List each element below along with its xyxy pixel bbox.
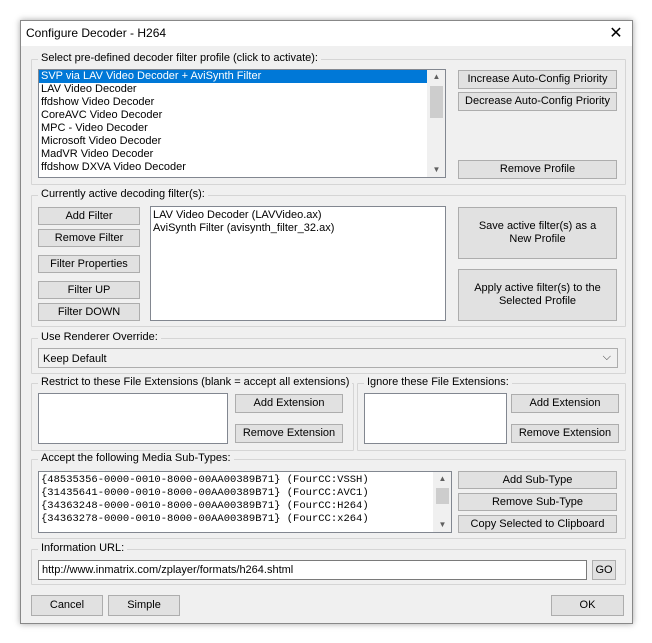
apply-to-profile-button[interactable]: Apply active filter(s) to the Selected P…: [458, 269, 617, 321]
filter-down-button[interactable]: Filter DOWN: [38, 303, 140, 321]
active-filters-group: Currently active decoding filter(s): Add…: [31, 188, 626, 327]
active-filters-label: Currently active decoding filter(s):: [38, 188, 208, 200]
subtypes-list[interactable]: {48535356-0000-0010-8000-00AA00389B71} (…: [38, 471, 452, 533]
remove-filter-button[interactable]: Remove Filter: [38, 229, 140, 247]
profile-group-label: Select pre-defined decoder filter profil…: [38, 52, 321, 64]
list-item[interactable]: SVP via LAV Video Decoder + AviSynth Fil…: [39, 70, 445, 83]
list-item[interactable]: MadVR Video Decoder: [39, 148, 445, 161]
renderer-label: Use Renderer Override:: [38, 331, 161, 343]
restrict-extensions-label: Restrict to these File Extensions (blank…: [38, 376, 353, 388]
list-item[interactable]: {31435641-0000-0010-8000-00AA00389B71} (…: [39, 487, 451, 500]
add-filter-button[interactable]: Add Filter: [38, 207, 140, 225]
subtypes-group: Accept the following Media Sub-Types: {4…: [31, 452, 626, 539]
cancel-button[interactable]: Cancel: [31, 595, 103, 616]
copy-to-clipboard-button[interactable]: Copy Selected to Clipboard: [458, 515, 617, 533]
list-item[interactable]: {34363278-0000-0010-8000-00AA00389B71} (…: [39, 513, 451, 526]
remove-profile-button[interactable]: Remove Profile: [458, 160, 617, 179]
info-url-label: Information URL:: [38, 542, 128, 554]
scroll-down-icon[interactable]: ▼: [434, 518, 451, 532]
add-subtype-button[interactable]: Add Sub-Type: [458, 471, 617, 489]
renderer-value: Keep Default: [43, 353, 107, 365]
remove-subtype-button[interactable]: Remove Sub-Type: [458, 493, 617, 511]
profile-list[interactable]: SVP via LAV Video Decoder + AviSynth Fil…: [38, 69, 446, 178]
list-item[interactable]: LAV Video Decoder (LAVVideo.ax): [151, 209, 445, 222]
title-bar: Configure Decoder - H264 ✕: [21, 21, 632, 46]
decrease-priority-button[interactable]: Decrease Auto-Config Priority: [458, 92, 617, 111]
scroll-thumb[interactable]: [430, 86, 443, 118]
window-title: Configure Decoder - H264: [26, 26, 167, 40]
list-item[interactable]: Microsoft Video Decoder: [39, 135, 445, 148]
list-item[interactable]: LAV Video Decoder: [39, 83, 445, 96]
subtypes-list-scrollbar[interactable]: ▲ ▼: [433, 472, 451, 532]
list-item[interactable]: AviSynth Filter (avisynth_filter_32.ax): [151, 222, 445, 235]
scroll-up-icon[interactable]: ▲: [434, 472, 451, 486]
filter-properties-button[interactable]: Filter Properties: [38, 255, 140, 273]
list-item[interactable]: {34363248-0000-0010-8000-00AA00389B71} (…: [39, 500, 451, 513]
info-url-group: Information URL: GO: [31, 542, 626, 585]
add-restrict-extension-button[interactable]: Add Extension: [235, 394, 343, 413]
scroll-thumb[interactable]: [436, 488, 449, 504]
list-item[interactable]: MPC - Video Decoder: [39, 122, 445, 135]
ignore-extensions-label: Ignore these File Extensions:: [364, 376, 512, 388]
restrict-extensions-group: Restrict to these File Extensions (blank…: [31, 376, 354, 451]
active-filter-list[interactable]: LAV Video Decoder (LAVVideo.ax) AviSynth …: [150, 206, 446, 321]
list-item[interactable]: CoreAVC Video Decoder: [39, 109, 445, 122]
restrict-extensions-list[interactable]: [38, 393, 228, 444]
chevron-down-icon: ⌵: [602, 351, 611, 363]
list-item[interactable]: ffdshow Video Decoder: [39, 96, 445, 109]
ok-button[interactable]: OK: [551, 595, 624, 616]
save-as-profile-button[interactable]: Save active filter(s) as a New Profile: [458, 207, 617, 259]
filter-up-button[interactable]: Filter UP: [38, 281, 140, 299]
remove-restrict-extension-button[interactable]: Remove Extension: [235, 424, 343, 443]
add-ignore-extension-button[interactable]: Add Extension: [511, 394, 619, 413]
renderer-dropdown[interactable]: Keep Default ⌵: [38, 348, 618, 368]
ignore-extensions-list[interactable]: [364, 393, 507, 444]
configure-decoder-dialog: Configure Decoder - H264 ✕ Select pre-de…: [20, 20, 633, 624]
info-url-field[interactable]: [38, 560, 587, 580]
close-icon[interactable]: ✕: [600, 21, 632, 46]
ignore-extensions-group: Ignore these File Extensions: Add Extens…: [357, 376, 626, 451]
profile-group: Select pre-defined decoder filter profil…: [31, 52, 626, 185]
info-url-input[interactable]: [39, 561, 586, 579]
remove-ignore-extension-button[interactable]: Remove Extension: [511, 424, 619, 443]
scroll-up-icon[interactable]: ▲: [428, 70, 445, 84]
profile-list-scrollbar[interactable]: ▲ ▼: [427, 70, 445, 177]
simple-button[interactable]: Simple: [108, 595, 180, 616]
list-item[interactable]: ffdshow DXVA Video Decoder: [39, 161, 445, 174]
increase-priority-button[interactable]: Increase Auto-Config Priority: [458, 70, 617, 89]
subtypes-label: Accept the following Media Sub-Types:: [38, 452, 234, 464]
go-button[interactable]: GO: [592, 560, 616, 580]
scroll-down-icon[interactable]: ▼: [428, 163, 445, 177]
renderer-group: Use Renderer Override: Keep Default ⌵: [31, 331, 626, 374]
list-item[interactable]: {48535356-0000-0010-8000-00AA00389B71} (…: [39, 474, 451, 487]
